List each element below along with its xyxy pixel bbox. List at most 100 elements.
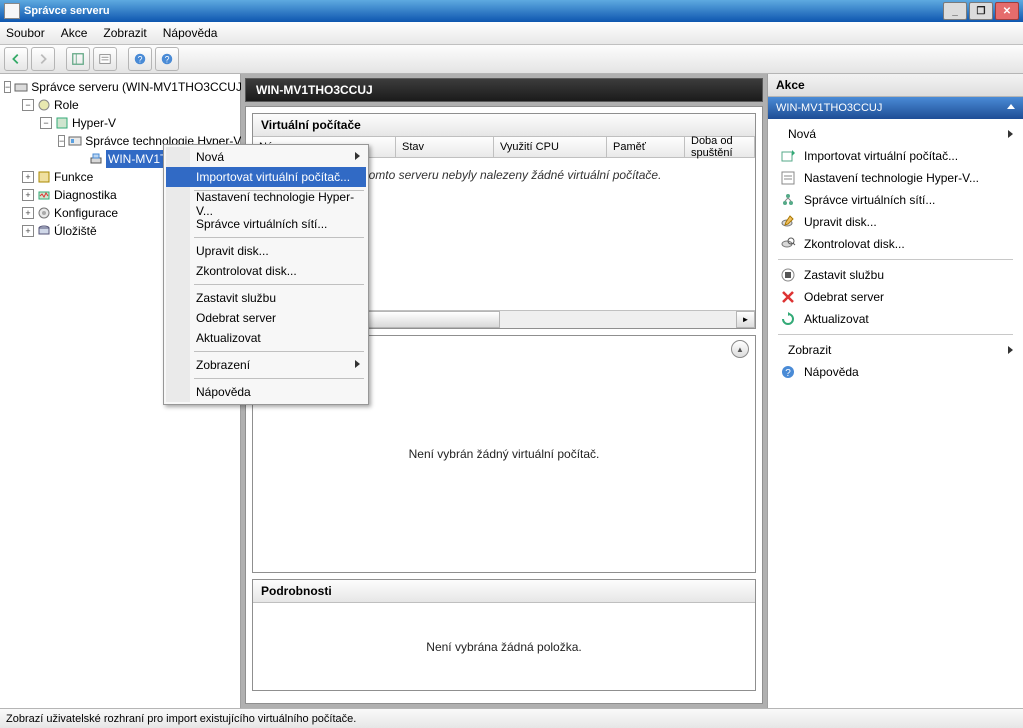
hyperv-icon bbox=[55, 116, 69, 130]
center-header: WIN-MV1THO3CCUJ bbox=[245, 78, 763, 102]
ctx-odebrat[interactable]: Odebrat server bbox=[166, 308, 366, 328]
action-zobrazit[interactable]: Zobrazit bbox=[768, 339, 1023, 361]
ctx-aktualizovat[interactable]: Aktualizovat bbox=[166, 328, 366, 348]
tree-role[interactable]: − Role bbox=[22, 96, 240, 114]
edit-disk-icon bbox=[780, 214, 796, 230]
server-icon bbox=[14, 80, 28, 94]
menu-separator bbox=[194, 284, 364, 285]
expand-icon[interactable]: + bbox=[22, 171, 34, 183]
help-button[interactable]: ? bbox=[128, 47, 152, 71]
ctx-nova[interactable]: Nová bbox=[166, 147, 366, 167]
diagnostics-icon bbox=[37, 188, 51, 202]
app-icon bbox=[4, 3, 20, 19]
ctx-nastaveni[interactable]: Nastavení technologie Hyper-V... bbox=[166, 194, 366, 214]
podrobnosti-empty: Není vybrána žádná položka. bbox=[253, 603, 755, 690]
col-stav[interactable]: Stav bbox=[396, 137, 494, 157]
menu-akce[interactable]: Akce bbox=[61, 26, 88, 40]
submenu-arrow-icon bbox=[355, 360, 360, 368]
menu-bar: Soubor Akce Zobrazit Nápověda bbox=[0, 22, 1023, 45]
tree-hyperv[interactable]: − Hyper-V bbox=[40, 114, 240, 132]
stop-icon bbox=[780, 267, 796, 283]
storage-icon bbox=[37, 224, 51, 238]
expand-icon[interactable]: + bbox=[22, 189, 34, 201]
configuration-icon bbox=[37, 206, 51, 220]
expand-icon[interactable]: + bbox=[22, 207, 34, 219]
minimize-button[interactable]: _ bbox=[943, 2, 967, 20]
action-import[interactable]: Importovat virtuální počítač... bbox=[768, 145, 1023, 167]
col-doba[interactable]: Doba od spuštění bbox=[685, 137, 755, 157]
action-aktualizovat[interactable]: Aktualizovat bbox=[768, 308, 1023, 330]
menu-separator bbox=[194, 378, 364, 379]
actions-divider bbox=[778, 334, 1013, 335]
expand-icon[interactable]: − bbox=[4, 81, 11, 93]
ctx-napoveda[interactable]: Nápověda bbox=[166, 382, 366, 402]
collapse-button[interactable]: ▲ bbox=[731, 340, 749, 358]
ctx-import[interactable]: Importovat virtuální počítač... bbox=[166, 167, 366, 187]
ctx-spravce-siti[interactable]: Správce virtuálních sítí... bbox=[166, 214, 366, 234]
actions-group-header[interactable]: WIN-MV1THO3CCUJ bbox=[768, 97, 1023, 119]
action-zastavit[interactable]: Zastavit službu bbox=[768, 264, 1023, 286]
help-icon: ? bbox=[780, 364, 796, 380]
remove-icon bbox=[780, 289, 796, 305]
refresh-icon bbox=[780, 311, 796, 327]
action-upravit-disk[interactable]: Upravit disk... bbox=[768, 211, 1023, 233]
back-button[interactable] bbox=[4, 47, 28, 71]
section-vm-header: Virtuální počítače bbox=[253, 114, 755, 137]
collapse-up-icon bbox=[1007, 104, 1015, 109]
actions-divider bbox=[778, 259, 1013, 260]
ctx-upravit-disk[interactable]: Upravit disk... bbox=[166, 241, 366, 261]
submenu-arrow-icon bbox=[1008, 346, 1013, 354]
ctx-zkontrolovat-disk[interactable]: Zkontrolovat disk... bbox=[166, 261, 366, 281]
menu-zobrazit[interactable]: Zobrazit bbox=[103, 26, 146, 40]
menu-napoveda[interactable]: Nápověda bbox=[163, 26, 218, 40]
actions-pane: Akce WIN-MV1THO3CCUJ Nová Importovat vir… bbox=[768, 74, 1023, 708]
import-icon bbox=[780, 148, 796, 164]
restore-button[interactable]: ❐ bbox=[969, 2, 993, 20]
action-nova[interactable]: Nová bbox=[768, 123, 1023, 145]
expand-icon[interactable]: − bbox=[40, 117, 52, 129]
col-pamet[interactable]: Paměť bbox=[607, 137, 685, 157]
expand-icon[interactable]: + bbox=[22, 225, 34, 237]
status-bar: Zobrazí uživatelské rozhraní pro import … bbox=[0, 708, 1023, 728]
settings-icon bbox=[780, 170, 796, 186]
roles-icon bbox=[37, 98, 51, 112]
svg-text:?: ? bbox=[138, 55, 143, 65]
actions-header: Akce bbox=[768, 74, 1023, 97]
ctx-zobrazeni[interactable]: Zobrazení bbox=[166, 355, 366, 375]
status-text: Zobrazí uživatelské rozhraní pro import … bbox=[6, 713, 356, 725]
show-hide-tree-button[interactable] bbox=[66, 47, 90, 71]
ctx-zastavit[interactable]: Zastavit službu bbox=[166, 288, 366, 308]
menu-separator bbox=[194, 237, 364, 238]
submenu-arrow-icon bbox=[355, 152, 360, 160]
expand-icon[interactable]: − bbox=[22, 99, 34, 111]
properties-button[interactable] bbox=[93, 47, 117, 71]
svg-text:?: ? bbox=[165, 55, 170, 65]
hyperv-manager-icon bbox=[68, 134, 82, 148]
host-icon bbox=[89, 152, 103, 166]
menu-separator bbox=[194, 351, 364, 352]
forward-button[interactable] bbox=[31, 47, 55, 71]
expand-icon[interactable]: − bbox=[58, 135, 65, 147]
action-nastaveni[interactable]: Nastavení technologie Hyper-V... bbox=[768, 167, 1023, 189]
podrobnosti-header: Podrobnosti bbox=[253, 580, 755, 603]
action-spravce-siti[interactable]: Správce virtuálních sítí... bbox=[768, 189, 1023, 211]
network-icon bbox=[780, 192, 796, 208]
svg-text:?: ? bbox=[785, 368, 791, 379]
tree-root[interactable]: − Správce serveru (WIN-MV1THO3CCUJ) bbox=[4, 78, 240, 96]
action-napoveda[interactable]: ? Nápověda bbox=[768, 361, 1023, 383]
section-podrobnosti: Podrobnosti Není vybrána žádná položka. bbox=[252, 579, 756, 691]
help2-button[interactable]: ? bbox=[155, 47, 179, 71]
context-menu: Nová Importovat virtuální počítač... Nas… bbox=[163, 144, 369, 405]
features-icon bbox=[37, 170, 51, 184]
toolbar: ? ? bbox=[0, 45, 1023, 74]
menu-soubor[interactable]: Soubor bbox=[6, 26, 45, 40]
action-zkontrolovat-disk[interactable]: Zkontrolovat disk... bbox=[768, 233, 1023, 255]
close-button[interactable]: ✕ bbox=[995, 2, 1019, 20]
submenu-arrow-icon bbox=[1008, 130, 1013, 138]
inspect-disk-icon bbox=[780, 236, 796, 252]
col-cpu[interactable]: Využití CPU bbox=[494, 137, 607, 157]
scroll-right-button[interactable]: ► bbox=[736, 311, 755, 328]
action-odebrat[interactable]: Odebrat server bbox=[768, 286, 1023, 308]
window-title: Správce serveru bbox=[24, 5, 110, 17]
title-bar: Správce serveru _ ❐ ✕ bbox=[0, 0, 1023, 22]
